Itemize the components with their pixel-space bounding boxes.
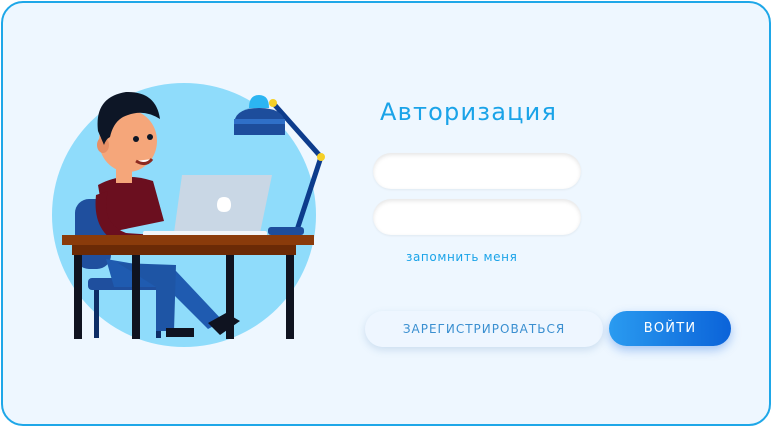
login-card: Авторизация запомнить меня ЗАРЕГИСТРИРОВ… — [1, 1, 771, 426]
man-at-laptop-illustration — [52, 83, 325, 347]
desk-leg — [132, 255, 140, 339]
desk-panel — [72, 245, 296, 255]
man-eye — [133, 136, 139, 142]
man-shoe-icon — [166, 328, 194, 337]
login-button[interactable]: ВОЙТИ — [609, 311, 731, 346]
lamp-joint — [269, 99, 277, 107]
desk-top-icon — [62, 235, 314, 245]
man-eye — [147, 134, 153, 140]
desk-leg — [74, 255, 82, 339]
lamp-base-icon — [268, 227, 304, 235]
desk-leg — [226, 255, 234, 339]
desk-leg — [286, 255, 294, 339]
lamp-shade-band — [234, 119, 285, 124]
login-button-label: ВОЙТИ — [643, 321, 697, 336]
register-button[interactable]: ЗАРЕГИСТРИРОВАТЬСЯ — [365, 311, 603, 347]
register-button-label: ЗАРЕГИСТРИРОВАТЬСЯ — [402, 322, 566, 336]
lamp-joint — [317, 153, 325, 161]
login-input[interactable] — [373, 153, 581, 189]
remember-me-link[interactable]: запомнить меня — [406, 250, 517, 264]
password-input[interactable] — [373, 199, 581, 235]
lamp-bulb-icon — [249, 95, 269, 108]
page-title: Авторизация — [380, 98, 558, 126]
laptop-logo-icon — [217, 197, 231, 212]
chair-leg — [94, 290, 99, 338]
